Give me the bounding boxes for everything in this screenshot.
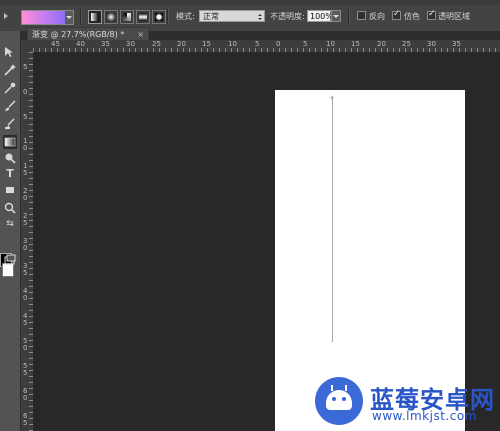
magic-wand-tool-icon[interactable] (3, 63, 17, 77)
ruler-label: 20 (177, 40, 186, 48)
ruler-label: 3 5 (23, 262, 28, 277)
ruler-label: 1 0 (23, 137, 28, 152)
angle-gradient-button[interactable] (120, 10, 134, 24)
ruler-label: 4 0 (23, 287, 28, 302)
ruler-ticks (29, 52, 33, 431)
ruler-label: 2 0 (23, 187, 28, 202)
select-arrows-icon (258, 14, 262, 20)
tools-panel: T ⇆ (0, 31, 21, 431)
ruler-label: 15 (351, 40, 360, 48)
watermark-url: www.lmkjst.com (372, 409, 477, 423)
reverse-checkbox[interactable] (357, 11, 366, 20)
ruler-label: 1 5 (23, 162, 28, 177)
ruler-label: 35 (101, 40, 110, 48)
ruler-label: 5 5 (23, 362, 28, 377)
transparency-checkbox[interactable] (427, 9, 436, 20)
mode-select[interactable]: 正常 (199, 10, 265, 22)
gradient-drag-line (332, 96, 333, 342)
rectangle-tool-icon[interactable] (3, 183, 17, 197)
ruler-ticks (33, 48, 500, 52)
opacity-input[interactable]: 100% (307, 10, 333, 22)
ruler-label: 3 0 (23, 237, 28, 252)
ruler-label: 20 (377, 40, 386, 48)
eyedropper-tool-icon[interactable] (3, 81, 17, 95)
ruler-label: 10 (228, 40, 237, 48)
ruler-label: 2 5 (23, 212, 28, 227)
clone-stamp-tool-icon[interactable] (3, 117, 17, 131)
android-eye (342, 397, 346, 401)
ruler-label: 40 (76, 40, 85, 48)
ruler-label: 25 (402, 40, 411, 48)
screen-mode-icon[interactable] (3, 253, 17, 267)
ruler-label: 5 0 (23, 337, 28, 352)
ruler-label: 45 (51, 40, 60, 48)
ruler-label: 0 (276, 40, 281, 48)
gradient-picker-swatch[interactable] (21, 10, 67, 25)
document-tab-title: 渐变 @ 27.7%(RGB/8) * (32, 30, 125, 39)
divider (348, 9, 350, 24)
reverse-label: 反向 (369, 12, 385, 21)
type-tool-icon[interactable]: T (3, 167, 17, 181)
dither-label: 仿色 (404, 12, 420, 21)
mode-label: 模式: (176, 12, 195, 21)
linear-gradient-button[interactable] (88, 10, 102, 24)
tool-preset-arrow-icon[interactable] (4, 13, 8, 19)
mode-select-value: 正常 (203, 12, 219, 21)
reflected-gradient-button[interactable] (136, 10, 150, 24)
ruler-label: 6 0 (23, 387, 28, 402)
opacity-label: 不透明度: (270, 12, 305, 21)
move-tool-icon[interactable] (3, 45, 17, 59)
zoom-tool-icon[interactable] (3, 201, 17, 215)
ruler-label: 25 (152, 40, 161, 48)
gradient-tool-icon[interactable] (3, 135, 17, 149)
ruler-label: 4 5 (23, 312, 28, 327)
ruler-label: 5 (255, 40, 260, 48)
android-robot-icon (326, 390, 352, 410)
dodge-tool-icon[interactable] (3, 151, 17, 165)
ruler-label: 5 (23, 63, 28, 71)
ruler-label: 6 5 (23, 412, 28, 427)
opacity-slider-dropdown[interactable] (331, 10, 341, 22)
horizontal-ruler[interactable]: 45 40 35 30 25 20 15 10 5 0 5 10 15 20 2… (33, 40, 500, 53)
diamond-gradient-button[interactable] (152, 10, 166, 24)
swap-colors-icon[interactable]: ⇆ (3, 217, 17, 231)
brush-tool-icon[interactable] (3, 99, 17, 113)
ruler-label: 30 (126, 40, 135, 48)
ruler-label: 5 (303, 40, 308, 48)
menu-strip (0, 0, 500, 5)
document-tab[interactable]: 渐变 @ 27.7%(RGB/8) * × (27, 27, 149, 40)
android-eye (332, 397, 336, 401)
ruler-label: 5 (23, 113, 28, 121)
divider (80, 9, 82, 24)
ruler-label: 0 (23, 88, 28, 96)
radial-gradient-button[interactable] (104, 10, 118, 24)
gradient-picker-dropdown[interactable] (65, 10, 74, 25)
vertical-ruler[interactable]: 5 0 5 1 0 1 5 2 0 2 5 3 0 3 5 4 0 4 5 5 … (21, 52, 34, 431)
ruler-label: 15 (202, 40, 211, 48)
android-antenna-icon (345, 385, 347, 391)
ruler-label: 10 (326, 40, 335, 48)
transparency-label: 透明区域 (438, 12, 470, 21)
dither-checkbox[interactable] (392, 9, 401, 20)
android-antenna-icon (331, 385, 333, 391)
ruler-label: 30 (427, 40, 436, 48)
divider (167, 9, 169, 24)
ruler-label: 35 (452, 40, 461, 48)
